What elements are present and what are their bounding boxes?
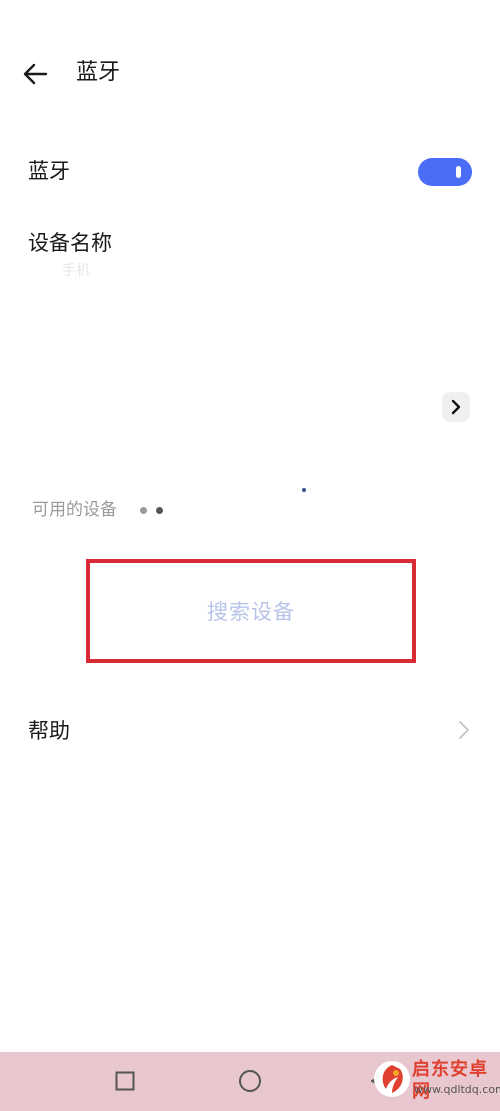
device-name-value: 手机: [62, 263, 90, 279]
recent-apps-button[interactable]: [115, 1071, 135, 1091]
page-title: 蓝牙: [76, 60, 121, 85]
paired-device-detail-button[interactable]: [442, 392, 470, 422]
available-devices-label: 可用的设备: [32, 500, 117, 520]
loading-dot: [156, 507, 163, 514]
chevron-right-icon: [451, 399, 461, 415]
home-button[interactable]: [238, 1069, 262, 1093]
back-button[interactable]: [22, 56, 64, 92]
search-devices-button[interactable]: 搜索设备: [90, 563, 412, 659]
bluetooth-label: 蓝牙: [28, 159, 70, 183]
help-label[interactable]: 帮助: [28, 716, 70, 746]
toggle-knob: [456, 166, 461, 178]
decorative-dot: [302, 488, 306, 492]
loading-dot: [140, 507, 147, 514]
bluetooth-toggle[interactable]: [418, 158, 472, 186]
watermark-logo-icon: [374, 1061, 410, 1097]
watermark-url: www.qdltdq.com: [414, 1083, 500, 1096]
square-icon: [115, 1071, 135, 1091]
circle-icon: [239, 1070, 261, 1092]
arrow-left-icon: [23, 63, 48, 85]
device-name-label[interactable]: 设备名称: [28, 228, 112, 258]
help-chevron-icon: [456, 718, 472, 742]
watermark: 启东安卓网 www.qdltdq.com: [372, 1053, 500, 1109]
